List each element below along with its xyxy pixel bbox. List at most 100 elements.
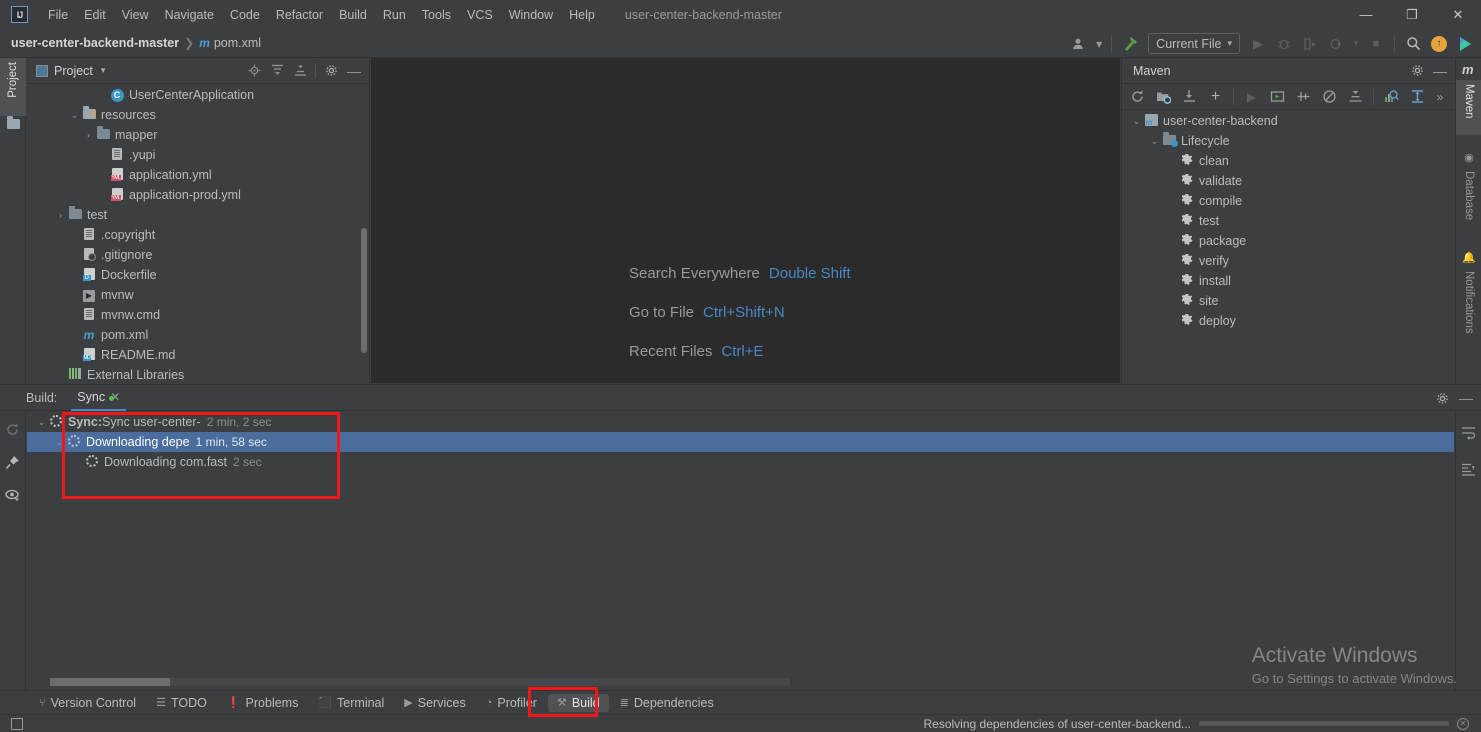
breadcrumb-project[interactable]: user-center-backend-master	[11, 36, 179, 50]
sidebar-item-database[interactable]: ◉ Database	[1456, 148, 1481, 238]
bottom-tab-profiler[interactable]: ◔ Profiler	[477, 694, 546, 712]
run-icon[interactable]: ▶	[1246, 32, 1270, 55]
minimize-button[interactable]: —	[1343, 0, 1389, 29]
tree-item[interactable]: ⌄ resources	[26, 105, 369, 125]
bottom-tab-version-control[interactable]: ⑂ Version Control	[30, 694, 145, 712]
hammer-icon[interactable]	[1118, 32, 1142, 55]
tree-item[interactable]: README.md	[26, 345, 369, 365]
close-button[interactable]: ✕	[1435, 0, 1481, 29]
download-sources-icon[interactable]	[1177, 85, 1202, 108]
maven-tree-item[interactable]: ⌄ Lifecycle	[1122, 131, 1455, 151]
tree-expand-arrow[interactable]: ›	[82, 130, 95, 140]
tree-item[interactable]: application.yml	[26, 165, 369, 185]
settings-gear-icon[interactable]	[1406, 60, 1428, 82]
expand-vertically-icon[interactable]	[1405, 85, 1430, 108]
menu-refactor[interactable]: Refactor	[268, 5, 331, 25]
account-icon[interactable]	[1067, 32, 1091, 55]
execute-goal-icon[interactable]: ▶	[1239, 85, 1264, 108]
menu-navigate[interactable]: Navigate	[157, 5, 222, 25]
bottom-tab-problems[interactable]: ❗ Problems	[218, 694, 308, 712]
menu-window[interactable]: Window	[501, 5, 561, 25]
debug-icon[interactable]	[1272, 32, 1296, 55]
menu-view[interactable]: View	[114, 5, 157, 25]
build-event-row[interactable]: ⌄ Downloading depe 1 min, 58 sec	[27, 432, 1454, 452]
settings-gear-icon[interactable]	[320, 60, 342, 82]
run-build-icon[interactable]	[1265, 85, 1290, 108]
maximize-button[interactable]: ❐	[1389, 0, 1435, 29]
tree-expand-arrow[interactable]: ›	[54, 210, 67, 220]
build-events-tree[interactable]: ⌄ Sync: Sync user-center- 2 min, 2 sec ⌄ Dow…	[27, 412, 1454, 668]
hide-panel-icon[interactable]: —	[1429, 60, 1451, 82]
add-maven-project-icon[interactable]	[1151, 85, 1176, 108]
toggle-view-eye-icon[interactable]	[2, 484, 24, 506]
rerun-icon[interactable]	[2, 418, 24, 440]
pin-tab-icon[interactable]	[2, 451, 24, 473]
tree-item[interactable]: application-prod.yml	[26, 185, 369, 205]
maven-tree-item[interactable]: test	[1122, 211, 1455, 231]
tree-item[interactable]: mvnw.cmd	[26, 305, 369, 325]
hide-panel-icon[interactable]: —	[343, 60, 365, 82]
show-dependencies-icon[interactable]	[1379, 85, 1404, 108]
collapse-all-icon[interactable]	[1343, 85, 1368, 108]
build-event-row[interactable]: ⌄ Sync: Sync user-center- 2 min, 2 sec	[27, 412, 1454, 432]
bottom-tab-dependencies[interactable]: ≣ Dependencies	[611, 694, 723, 712]
maven-tree-item[interactable]: ⌄ user-center-backend	[1122, 111, 1455, 131]
hide-panel-icon[interactable]: —	[1455, 387, 1477, 409]
project-view-chevron-down-icon[interactable]: ▾	[101, 65, 106, 76]
more-actions-icon[interactable]: »	[1431, 85, 1449, 108]
menu-run[interactable]: Run	[375, 5, 414, 25]
tree-expand-arrow[interactable]: ⌄	[68, 110, 81, 121]
tree-item[interactable]: C UserCenterApplication	[26, 85, 369, 105]
settings-gear-icon[interactable]	[1431, 387, 1453, 409]
sidebar-item-maven[interactable]: Maven	[1456, 80, 1481, 135]
plus-icon[interactable]: +	[1203, 85, 1228, 108]
bottom-tab-terminal[interactable]: ⬛ Terminal	[309, 694, 393, 712]
menu-tools[interactable]: Tools	[414, 5, 459, 25]
breadcrumb-file[interactable]: pom.xml	[214, 36, 261, 50]
scroll-to-end-icon[interactable]	[1458, 458, 1480, 480]
expand-all-icon[interactable]	[266, 60, 288, 82]
tree-item[interactable]: Dockerfile	[26, 265, 369, 285]
maven-tree-item[interactable]: site	[1122, 291, 1455, 311]
soft-wrap-icon[interactable]	[1458, 422, 1480, 444]
toggle-skip-tests-icon[interactable]	[1291, 85, 1316, 108]
bottom-tab-services[interactable]: ▶ Services	[395, 694, 474, 712]
menu-code[interactable]: Code	[222, 5, 268, 25]
tree-item[interactable]: .yupi	[26, 145, 369, 165]
build-event-row[interactable]: Downloading com.fast 2 sec	[27, 452, 1454, 472]
menu-file[interactable]: File	[40, 5, 76, 25]
build-hscrollbar-thumb[interactable]	[50, 678, 170, 686]
project-tree-scrollbar[interactable]	[361, 228, 367, 353]
menu-help[interactable]: Help	[561, 5, 603, 25]
run-configuration-selector[interactable]: Current File ▾	[1148, 33, 1240, 54]
account-chevron-down-icon[interactable]: ▾	[1093, 32, 1105, 55]
maven-tree-item[interactable]: install	[1122, 271, 1455, 291]
toggle-toolwindows-icon[interactable]	[11, 717, 23, 730]
tree-expand-arrow[interactable]: ⌄	[1148, 136, 1161, 147]
tree-item[interactable]: .gitignore	[26, 245, 369, 265]
stop-icon[interactable]: ■	[1364, 32, 1388, 55]
bottom-tab-build[interactable]: ⚒ Build	[547, 693, 609, 712]
profile-icon[interactable]	[1324, 32, 1348, 55]
update-available-icon[interactable]: ↑	[1427, 32, 1451, 55]
sidebar-item-notifications[interactable]: 🔔 Notifications	[1456, 248, 1481, 358]
profile-chevron-down-icon[interactable]: ▾	[1350, 32, 1362, 55]
tree-expand-arrow[interactable]: ⌄	[35, 417, 48, 428]
maven-goals-tree[interactable]: ⌄user-center-backend⌄Lifecyclecleanvalid…	[1122, 111, 1455, 383]
collapse-all-icon[interactable]	[289, 60, 311, 82]
maven-tree-item[interactable]: validate	[1122, 171, 1455, 191]
maven-tree-item[interactable]: compile	[1122, 191, 1455, 211]
tree-item[interactable]: m pom.xml	[26, 325, 369, 345]
maven-tree-item[interactable]: deploy	[1122, 311, 1455, 331]
cancel-progress-icon[interactable]: ✕	[1457, 717, 1469, 730]
toggle-offline-mode-icon[interactable]	[1317, 85, 1342, 108]
bottom-tab-todo[interactable]: ☰ TODO	[147, 694, 216, 712]
tree-expand-arrow[interactable]: ⌄	[53, 437, 66, 448]
menu-vcs[interactable]: VCS	[459, 5, 501, 25]
reload-all-maven-projects-icon[interactable]	[1125, 85, 1150, 108]
tab-sync[interactable]: Sync ✕	[71, 385, 127, 411]
tree-item[interactable]: ▶ mvnw	[26, 285, 369, 305]
menu-edit[interactable]: Edit	[76, 5, 114, 25]
tree-expand-arrow[interactable]: ⌄	[1130, 116, 1143, 127]
ide-logo-icon[interactable]	[1453, 32, 1477, 55]
